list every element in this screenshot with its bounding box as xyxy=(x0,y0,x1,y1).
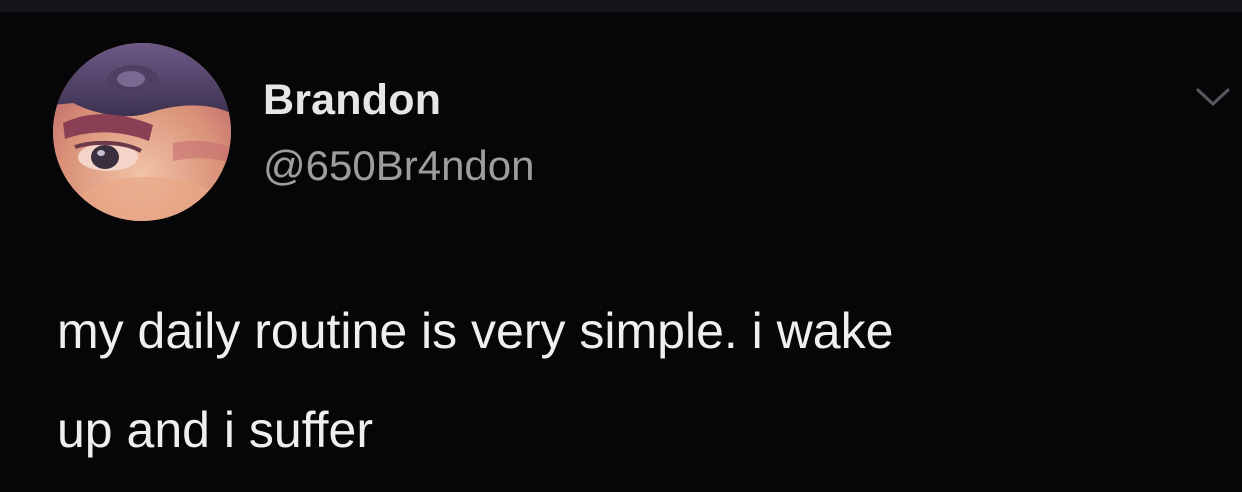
display-name[interactable]: Brandon xyxy=(263,76,441,125)
tweet-text-line: my daily routine is very simple. i wake xyxy=(57,303,894,359)
avatar-image xyxy=(53,43,231,221)
user-handle[interactable]: @650Br4ndon xyxy=(263,142,535,190)
chevron-down-icon xyxy=(1196,88,1230,106)
more-options-button[interactable] xyxy=(1190,80,1236,116)
tweet-card: Brandon @650Br4ndon my daily routine is … xyxy=(0,0,1242,492)
top-strip xyxy=(0,0,1242,12)
tweet-text: my daily routine is very simple. i wake … xyxy=(57,282,1217,480)
profile-avatar[interactable] xyxy=(53,43,231,221)
tweet-text-line: up and i suffer xyxy=(57,402,373,458)
